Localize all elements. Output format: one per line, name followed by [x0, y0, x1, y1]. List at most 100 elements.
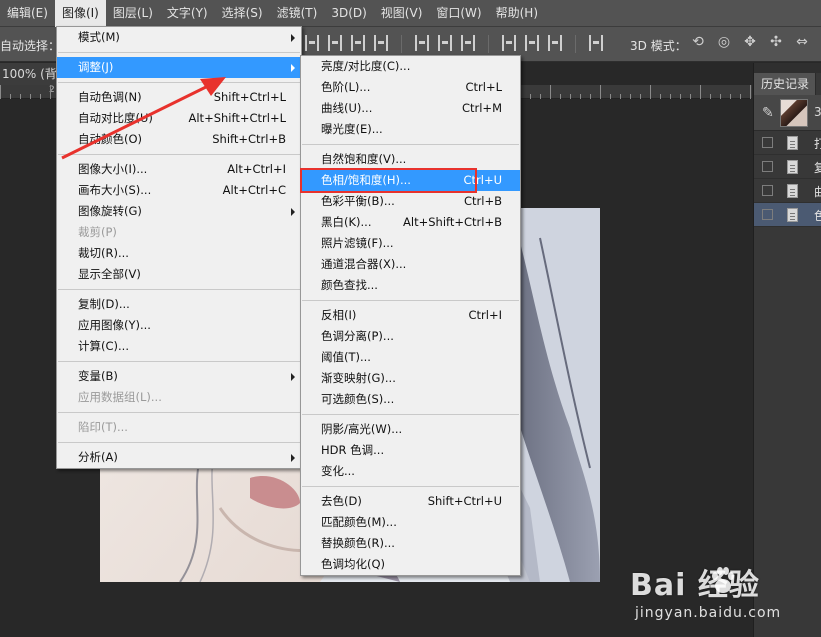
history-snapshot[interactable]: ✎ 3: [754, 95, 821, 131]
menu-item-label: 模式(M): [78, 30, 120, 44]
menu-item-match-color[interactable]: 匹配颜色(M)...: [301, 512, 520, 533]
distribute-vcenter-icon[interactable]: [438, 35, 452, 51]
ruler-tick: [650, 85, 651, 99]
3d-scale-icon[interactable]: ⇔: [794, 34, 810, 50]
auto-select-label[interactable]: 自动选择：: [0, 37, 60, 54]
history-panel: 历史记录 ✎ 3 打 复 曲 色: [753, 63, 821, 637]
menu-item-image-rotation[interactable]: 图像旋转(G): [57, 201, 301, 222]
history-entry[interactable]: 打: [754, 131, 821, 155]
history-entry[interactable]: 复: [754, 155, 821, 179]
menu-item-apply-image[interactable]: 应用图像(Y)...: [57, 315, 301, 336]
menu-window[interactable]: 窗口(W): [429, 0, 488, 27]
menu-item-posterize[interactable]: 色调分离(P)...: [301, 326, 520, 347]
menu-item-label: 色彩平衡(B)...: [321, 194, 395, 208]
menu-select[interactable]: 选择(S): [215, 0, 270, 27]
menu-item-label: 分析(A): [78, 450, 118, 464]
3d-pan-icon[interactable]: ✥: [742, 34, 758, 50]
3d-slide-icon[interactable]: ✣: [768, 34, 784, 50]
menu-item-shortcut: Alt+Ctrl+I: [227, 162, 286, 176]
menu-item-variations[interactable]: 变化...: [301, 461, 520, 482]
menu-item-curves[interactable]: 曲线(U)... Ctrl+M: [301, 98, 520, 119]
menu-item-reveal-all[interactable]: 显示全部(V): [57, 264, 301, 285]
menu-item-equalize[interactable]: 色调均化(Q): [301, 554, 520, 575]
distribute-hcenter-icon[interactable]: [525, 35, 539, 51]
history-source-checkbox[interactable]: [762, 209, 773, 220]
menu-layer[interactable]: 图层(L): [106, 0, 160, 27]
3d-rotate-icon[interactable]: ⟲: [690, 34, 706, 50]
distribute-right-icon[interactable]: [548, 35, 562, 51]
align-vcenter-icon[interactable]: [328, 35, 342, 51]
menu-item-variables[interactable]: 变量(B): [57, 366, 301, 387]
history-entry[interactable]: 曲: [754, 179, 821, 203]
align-bottom-icon[interactable]: [351, 35, 365, 51]
menu-item-levels[interactable]: 色阶(L)... Ctrl+L: [301, 77, 520, 98]
menu-item-selective-color[interactable]: 可选颜色(S)...: [301, 389, 520, 410]
menu-item-mode[interactable]: 模式(M): [57, 27, 301, 48]
distribute-left-icon[interactable]: [502, 35, 516, 51]
menu-edit[interactable]: 编辑(E): [0, 0, 55, 27]
menu-item-hdr-toning[interactable]: HDR 色调...: [301, 440, 520, 461]
history-source-checkbox[interactable]: [762, 185, 773, 196]
distribute-bottom-icon[interactable]: [461, 35, 475, 51]
menu-item-black-white[interactable]: 黑白(K)... Alt+Shift+Ctrl+B: [301, 212, 520, 233]
3d-roll-icon[interactable]: ◎: [716, 34, 732, 50]
submenu-arrow-icon: [291, 34, 295, 42]
panel-collapse-bar[interactable]: [754, 63, 821, 73]
menu-item-auto-color[interactable]: 自动颜色(O) Shift+Ctrl+B: [57, 129, 301, 150]
menu-item-color-balance[interactable]: 色彩平衡(B)... Ctrl+B: [301, 191, 520, 212]
menu-item-exposure[interactable]: 曝光度(E)...: [301, 119, 520, 140]
align-left-icon[interactable]: [374, 35, 388, 51]
menu-item-adjust[interactable]: 调整(J): [57, 57, 301, 78]
menu-item-gradient-map[interactable]: 渐变映射(G)...: [301, 368, 520, 389]
menu-item-invert[interactable]: 反相(I) Ctrl+I: [301, 305, 520, 326]
3d-mode-label: 3D 模式：: [630, 39, 687, 53]
menu-separator: [302, 486, 519, 487]
menu-item-calculations[interactable]: 计算(C)...: [57, 336, 301, 357]
menu-item-channel-mixer[interactable]: 通道混合器(X)...: [301, 254, 520, 275]
annotation-highlight-box: [300, 168, 477, 193]
ruler-tick: [750, 85, 751, 99]
menu-item-label: 裁切(R)...: [78, 246, 129, 260]
menu-filter[interactable]: 滤镜(T): [270, 0, 325, 27]
history-entry-selected[interactable]: 色: [754, 203, 821, 227]
menu-item-label: 阴影/高光(W)...: [321, 422, 403, 436]
menu-separator: [58, 52, 300, 53]
history-source-checkbox[interactable]: [762, 137, 773, 148]
menu-item-duplicate[interactable]: 复制(D)...: [57, 294, 301, 315]
menu-item-auto-tone[interactable]: 自动色调(N) Shift+Ctrl+L: [57, 87, 301, 108]
menu-item-label: 自动对比度(U): [78, 111, 153, 125]
history-tab[interactable]: 历史记录: [754, 73, 816, 95]
menu-item-photo-filter[interactable]: 照片滤镜(F)...: [301, 233, 520, 254]
menu-image[interactable]: 图像(I): [54, 0, 106, 27]
menu-item-label: 画布大小(S)...: [78, 183, 152, 197]
menu-item-brightness-contrast[interactable]: 亮度/对比度(C)...: [301, 56, 520, 77]
menu-item-analysis[interactable]: 分析(A): [57, 447, 301, 468]
menu-item-desaturate[interactable]: 去色(D) Shift+Ctrl+U: [301, 491, 520, 512]
menu-item-threshold[interactable]: 阈值(T)...: [301, 347, 520, 368]
menu-item-label: 图像旋转(G): [78, 204, 142, 218]
menu-item-canvas-size[interactable]: 画布大小(S)... Alt+Ctrl+C: [57, 180, 301, 201]
menu-item-image-size[interactable]: 图像大小(I)... Alt+Ctrl+I: [57, 159, 301, 180]
distribute-top-icon[interactable]: [415, 35, 429, 51]
menu-item-color-lookup[interactable]: 颜色查找...: [301, 275, 520, 296]
history-source-checkbox[interactable]: [762, 161, 773, 172]
menu-item-trim[interactable]: 裁切(R)...: [57, 243, 301, 264]
history-entry-label: 打: [814, 137, 821, 151]
ruler-tick: [700, 85, 701, 99]
menu-item-vibrance[interactable]: 自然饱和度(V)...: [301, 149, 520, 170]
auto-align-icon[interactable]: [589, 35, 603, 51]
3d-tools: ⟲ ◎ ✥ ✣ ⇔: [690, 34, 810, 50]
menu-separator: [302, 300, 519, 301]
align-top-icon[interactable]: [305, 35, 319, 51]
menu-item-auto-contrast[interactable]: 自动对比度(U) Alt+Shift+Ctrl+L: [57, 108, 301, 129]
menu-item-shadows-highlights[interactable]: 阴影/高光(W)...: [301, 419, 520, 440]
menu-item-replace-color[interactable]: 替换颜色(R)...: [301, 533, 520, 554]
menu-3d[interactable]: 3D(D): [324, 0, 373, 27]
menu-type[interactable]: 文字(Y): [160, 0, 215, 27]
menu-item-shortcut: Alt+Shift+Ctrl+B: [403, 215, 502, 229]
history-state-icon: [787, 160, 798, 174]
menu-view[interactable]: 视图(V): [374, 0, 430, 27]
history-brush-icon[interactable]: ✎: [762, 105, 774, 121]
menu-help[interactable]: 帮助(H): [489, 0, 545, 27]
divider: [575, 35, 576, 53]
